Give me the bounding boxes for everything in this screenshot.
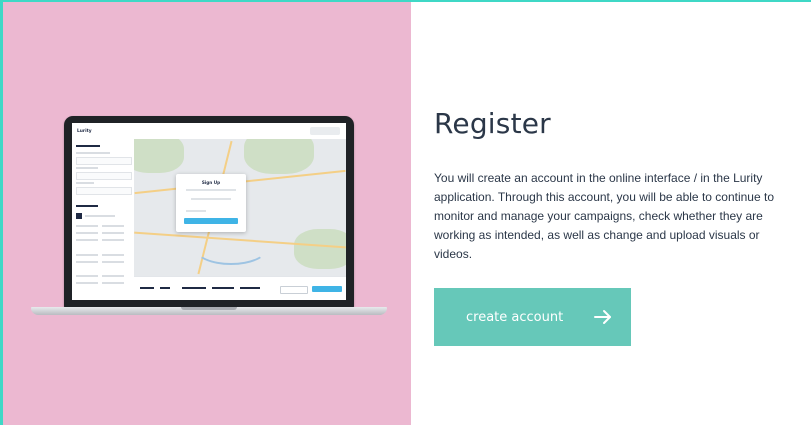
- sidebar-line: [102, 254, 124, 256]
- modal-line: [186, 189, 236, 191]
- sidebar-line: [102, 282, 124, 284]
- laptop-illustration: Lurity Sign Up: [31, 116, 387, 326]
- sidebar-heading-line: [76, 205, 98, 207]
- register-title: Register: [434, 107, 551, 140]
- stat-value: [212, 287, 234, 289]
- app-sidebar: [72, 139, 135, 300]
- sidebar-line: [76, 282, 98, 284]
- create-account-button[interactable]: create account: [434, 288, 631, 346]
- sidebar-line: [76, 239, 98, 241]
- register-content: Register You will create an account in t…: [411, 2, 811, 425]
- sidebar-line: [76, 261, 98, 263]
- arrow-right-icon: [593, 307, 613, 331]
- register-description: You will create an account in the online…: [434, 171, 774, 261]
- map-park: [294, 229, 346, 269]
- app-secondary-button: [280, 286, 308, 294]
- modal-line: [191, 198, 231, 200]
- modal-button: [184, 218, 238, 224]
- stat-value: [182, 287, 206, 289]
- stat-value: [140, 287, 154, 289]
- sidebar-line: [76, 254, 98, 256]
- illustration-panel: Lurity Sign Up: [3, 2, 411, 425]
- modal-line: [186, 210, 206, 212]
- sidebar-field: [76, 172, 132, 180]
- sidebar-field: [76, 157, 132, 165]
- map-park: [134, 139, 184, 173]
- sidebar-line: [76, 152, 110, 154]
- sidebar-checkbox: [76, 213, 82, 219]
- stat-value: [160, 287, 170, 289]
- create-account-label: create account: [466, 309, 564, 325]
- app-logo: Lurity: [77, 128, 92, 134]
- sidebar-line: [102, 225, 124, 227]
- laptop-lid: Lurity Sign Up: [64, 116, 354, 308]
- sidebar-line: [76, 182, 94, 184]
- sidebar-line: [102, 275, 124, 277]
- sidebar-line: [102, 232, 124, 234]
- sidebar-heading-line: [76, 145, 100, 147]
- sidebar-line: [76, 225, 98, 227]
- map-park: [244, 139, 314, 174]
- app-primary-button: [312, 286, 342, 292]
- register-section: Lurity Sign Up Register You will create …: [0, 0, 811, 425]
- sidebar-line: [85, 215, 115, 217]
- sidebar-line: [76, 275, 98, 277]
- app-map: Sign Up: [134, 139, 346, 276]
- sidebar-line: [102, 239, 124, 241]
- app-user-badge: [310, 127, 340, 135]
- signup-modal-title: Sign Up: [201, 180, 221, 185]
- sidebar-line: [102, 261, 124, 263]
- app-topbar: Lurity: [72, 123, 346, 140]
- laptop-notch: [181, 307, 237, 310]
- laptop-screen: Lurity Sign Up: [72, 123, 346, 300]
- sidebar-line: [76, 232, 98, 234]
- signup-modal: Sign Up: [176, 174, 246, 232]
- map-river: [194, 231, 268, 265]
- stat-value: [240, 287, 260, 289]
- sidebar-line: [76, 167, 98, 169]
- app-stats-bar: [134, 276, 346, 300]
- sidebar-field: [76, 187, 132, 195]
